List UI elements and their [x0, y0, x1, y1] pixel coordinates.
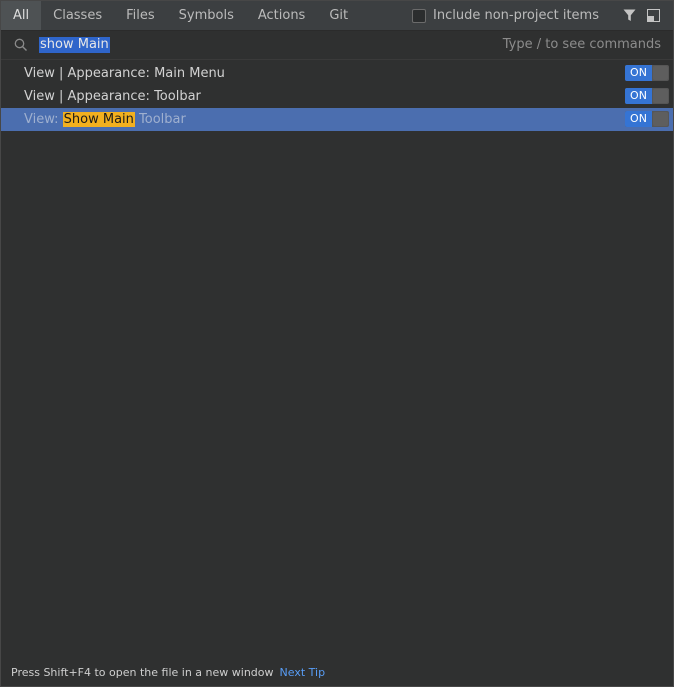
tab-files[interactable]: Files	[114, 1, 167, 30]
preview-panel-icon[interactable]	[645, 8, 661, 24]
search-row: show Main Type / to see commands	[1, 31, 673, 60]
toggle-knob	[653, 89, 668, 103]
tab-all[interactable]: All	[1, 1, 42, 30]
include-non-project-label[interactable]: Include non-project items	[433, 8, 599, 23]
toggle-knob	[653, 112, 668, 126]
footer-tip: Press Shift+F4 to open the file in a new…	[1, 660, 673, 686]
toggle-knob	[653, 66, 668, 80]
include-non-project-checkbox[interactable]	[412, 8, 427, 23]
filter-icon[interactable]	[621, 8, 637, 24]
toggle-switch[interactable]: ON	[625, 111, 669, 127]
toggle-on-label: ON	[625, 65, 652, 81]
tip-text: Press Shift+F4 to open the file in a new…	[11, 666, 274, 679]
toggle-on-label: ON	[625, 111, 652, 127]
tab-bar: All Classes Files Symbols Actions Git In…	[1, 1, 673, 31]
next-tip-link[interactable]: Next Tip	[280, 666, 326, 679]
toggle-on-label: ON	[625, 88, 652, 104]
result-prefix: View:	[24, 112, 63, 127]
tab-symbols[interactable]: Symbols	[167, 1, 246, 30]
tab-git[interactable]: Git	[317, 1, 360, 30]
search-everywhere-popup: All Classes Files Symbols Actions Git In…	[0, 0, 674, 687]
search-input[interactable]: show Main	[39, 37, 110, 53]
tab-actions[interactable]: Actions	[246, 1, 318, 30]
result-label: View | Appearance: Toolbar	[24, 89, 201, 104]
toggle-switch[interactable]: ON	[625, 65, 669, 81]
search-icon	[14, 38, 27, 51]
result-label: View | Appearance: Main Menu	[24, 66, 225, 81]
search-hint: Type / to see commands	[502, 37, 661, 52]
result-row[interactable]: View | Appearance: Main Menu ON	[1, 62, 673, 85]
tab-classes[interactable]: Classes	[41, 1, 114, 30]
toggle-switch[interactable]: ON	[625, 88, 669, 104]
results-list: View | Appearance: Main Menu ON View | A…	[1, 62, 673, 131]
result-row-selected[interactable]: View: Show Main Toolbar ON	[1, 108, 673, 131]
result-row[interactable]: View | Appearance: Toolbar ON	[1, 85, 673, 108]
result-suffix: Toolbar	[134, 112, 186, 127]
match-highlight: Show Main	[62, 112, 135, 127]
tabbar-options: Include non-project items	[412, 1, 661, 30]
